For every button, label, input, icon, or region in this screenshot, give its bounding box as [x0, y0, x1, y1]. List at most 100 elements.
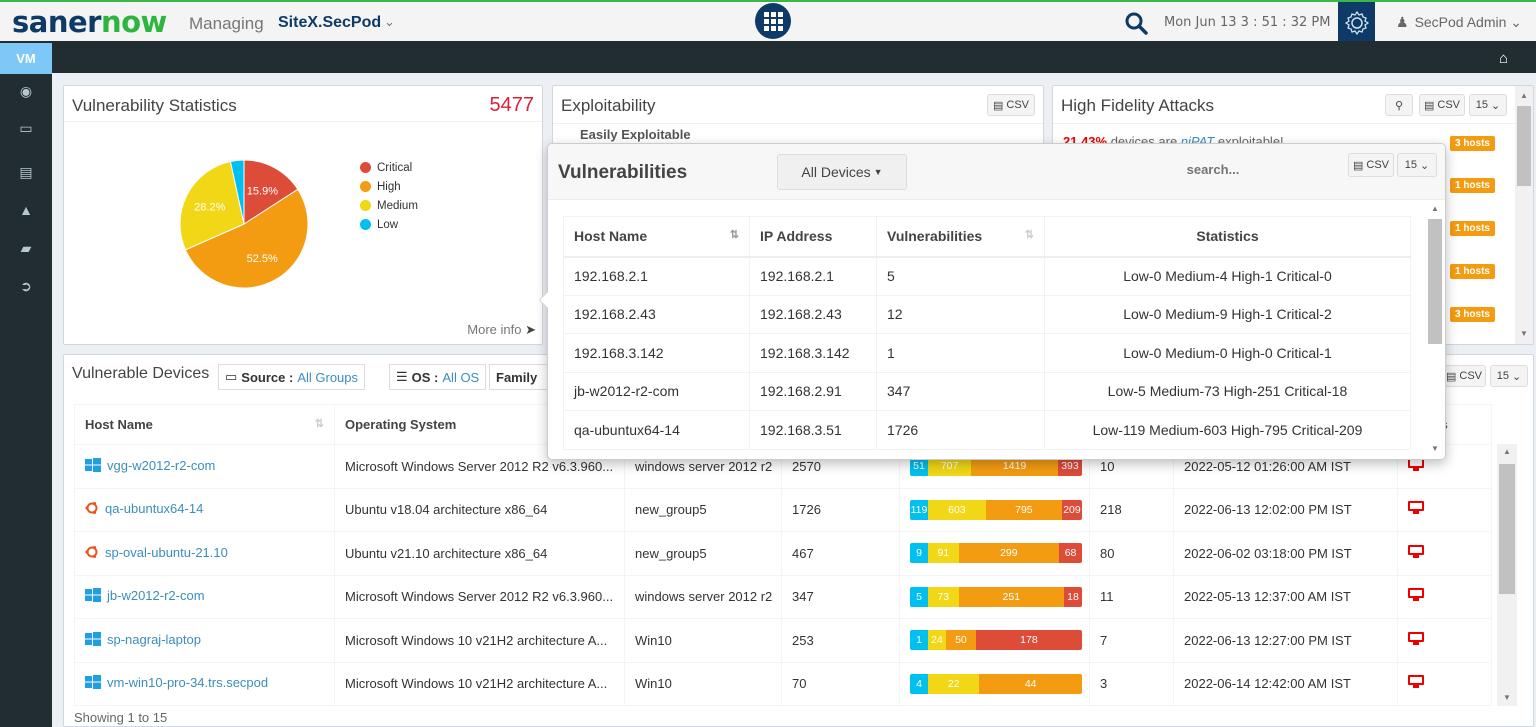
monitor-offline-icon[interactable]	[1408, 588, 1424, 602]
hosts-badge[interactable]: 1 hosts	[1449, 264, 1495, 279]
more-info-link[interactable]: More info ➤	[467, 322, 536, 338]
severity-segment-medium[interactable]: 73	[928, 586, 959, 607]
vulnerability-count-link[interactable]: 1726	[781, 487, 900, 532]
vulnerability-count-link[interactable]: 253	[781, 618, 900, 663]
sort-icon[interactable]: ⇅	[315, 417, 324, 430]
severity-segment-high[interactable]: 299	[958, 543, 1060, 564]
hosts-badge[interactable]: 1 hosts	[1449, 221, 1495, 236]
sort-icon[interactable]: ⇅	[730, 228, 739, 241]
count-link[interactable]: 11	[1089, 574, 1174, 619]
count-link[interactable]: 3	[1089, 661, 1174, 706]
settings-button[interactable]	[1338, 2, 1375, 43]
csv-button[interactable]: ▤ CSV	[1442, 365, 1486, 387]
host-name-link[interactable]: 192.168.2.43	[563, 294, 750, 334]
monitor-offline-icon[interactable]	[1408, 544, 1424, 559]
page-size-select[interactable]: 15 ⌄	[1397, 153, 1437, 177]
severity-segment-low[interactable]: 4	[910, 673, 928, 694]
severity-segment-medium[interactable]: 603	[928, 499, 986, 520]
logo[interactable]: sanernow	[12, 5, 167, 39]
monitor-offline-icon[interactable]	[1408, 631, 1424, 646]
table-scrollbar[interactable]: ▲ ▼	[1497, 444, 1517, 706]
legend-item-medium[interactable]: Medium	[360, 196, 418, 215]
source-filter[interactable]: ▭ Source : All Groups	[218, 364, 366, 390]
search-input[interactable]	[1108, 158, 1318, 180]
legend-item-low[interactable]: Low	[360, 215, 418, 234]
sidebar-item-eye[interactable]: ◉	[0, 79, 52, 103]
home-icon[interactable]: ⌂	[1499, 50, 1508, 67]
sidebar-item-list[interactable]: ▤	[0, 160, 52, 184]
count-link[interactable]: 7	[1089, 618, 1174, 663]
severity-segment-critical[interactable]: 68	[1059, 543, 1082, 564]
csv-button[interactable]: ▤ CSV	[987, 94, 1035, 116]
legend-item-high[interactable]: High	[360, 177, 418, 196]
scroll-down-arrow[interactable]: ▼	[1515, 328, 1533, 340]
pie-chart[interactable]: 15.9% 52.5% 28.2%	[179, 159, 309, 289]
chevron-down-icon[interactable]: ⌄	[384, 14, 395, 30]
column-header-ip-address[interactable]: IP Address	[749, 216, 877, 258]
site-selector[interactable]: SiteX.SecPod	[278, 14, 381, 32]
scrollbar[interactable]: ▲ ▼	[1515, 86, 1533, 344]
severity-segment-low[interactable]: 9	[910, 543, 928, 564]
host-name-link[interactable]: vm-win10-pro-34.trs.secpod	[107, 675, 268, 690]
sidebar-item-alerts[interactable]: ▲	[0, 198, 52, 222]
page-size-select[interactable]: 15 ⌄	[1469, 94, 1507, 116]
hosts-badge[interactable]: 3 hosts	[1449, 307, 1495, 322]
hosts-badge[interactable]: 1 hosts	[1449, 178, 1495, 193]
count-link[interactable]: 80	[1089, 531, 1174, 576]
severity-segment-critical[interactable]: 178	[975, 630, 1082, 651]
scroll-up-arrow[interactable]: ▲	[1497, 446, 1517, 458]
module-vm[interactable]: VM	[0, 43, 52, 74]
severity-segment-low[interactable]: 1	[910, 630, 928, 651]
sidebar-item-book[interactable]: ▰	[0, 236, 52, 260]
all-devices-dropdown[interactable]: All Devices ▼	[777, 154, 907, 190]
search-button[interactable]: ⚲	[1385, 94, 1413, 116]
scroll-thumb[interactable]	[1517, 106, 1531, 186]
popover-scrollbar[interactable]: ▲ ▼	[1426, 201, 1444, 457]
csv-button[interactable]: ▤ CSV	[1348, 153, 1394, 177]
severity-segment-critical[interactable]: 18	[1064, 586, 1082, 607]
total-vulnerabilities[interactable]: 5477	[490, 94, 535, 117]
family-filter[interactable]: Family	[489, 364, 548, 390]
severity-segment-low[interactable]: 5	[910, 586, 928, 607]
page-size-select[interactable]: 15 ⌄	[1490, 365, 1528, 387]
scroll-down-arrow[interactable]: ▼	[1497, 692, 1517, 704]
host-name-link[interactable]: jb-w2012-r2-com	[107, 588, 205, 603]
vulnerability-count-link[interactable]: 70	[781, 661, 900, 706]
column-header-host-name[interactable]: Host Name ⇅	[74, 404, 335, 445]
vulnerability-count-link[interactable]: 347	[781, 574, 900, 619]
count-link[interactable]: 218	[1089, 487, 1174, 532]
host-name-link[interactable]: sp-oval-ubuntu-21.10	[105, 545, 228, 560]
column-header-vulnerabilities[interactable]: Vulnerabilities ⇅	[876, 216, 1045, 258]
severity-segment-medium[interactable]: 24	[928, 630, 946, 651]
scroll-thumb[interactable]	[1499, 464, 1515, 594]
severity-segment-high[interactable]: 50	[946, 630, 976, 651]
sidebar-item-logout[interactable]: ➲	[0, 274, 52, 298]
scroll-up-arrow[interactable]: ▲	[1515, 90, 1533, 102]
legend-item-critical[interactable]: Critical	[360, 158, 418, 177]
user-menu[interactable]: ♟ SecPod Admin ⌄	[1396, 14, 1522, 31]
os-filter[interactable]: ☰ OS : All OS	[389, 364, 487, 390]
search-icon[interactable]	[1124, 11, 1148, 35]
monitor-offline-icon[interactable]	[1408, 501, 1424, 515]
sort-icon[interactable]: ⇅	[1025, 228, 1034, 241]
severity-segment-low[interactable]: 119	[910, 499, 928, 520]
scroll-thumb[interactable]	[1428, 219, 1442, 344]
host-name-link[interactable]: vgg-w2012-r2-com	[107, 458, 215, 473]
severity-segment-high[interactable]: 251	[958, 586, 1064, 607]
host-name-link[interactable]: jb-w2012-r2-com	[563, 371, 750, 411]
severity-segment-critical[interactable]: 209	[1061, 499, 1082, 520]
severity-segment-medium[interactable]: 22	[928, 673, 980, 694]
column-header-host-name[interactable]: Host Name ⇅	[563, 216, 750, 258]
host-name-link[interactable]: qa-ubuntux64-14	[563, 410, 750, 450]
scroll-up-arrow[interactable]: ▲	[1426, 203, 1444, 215]
severity-segment-high[interactable]: 44	[979, 673, 1082, 694]
csv-button[interactable]: ▤ CSV	[1419, 94, 1465, 116]
monitor-offline-icon[interactable]	[1408, 675, 1424, 689]
vulnerability-count-link[interactable]: 467	[781, 531, 900, 576]
sidebar-item-devices[interactable]: ▭	[0, 116, 52, 140]
host-name-link[interactable]: qa-ubuntux64-14	[105, 501, 203, 516]
apps-grid-button[interactable]	[755, 3, 791, 39]
host-name-link[interactable]: 192.168.3.142	[563, 333, 750, 373]
scroll-down-arrow[interactable]: ▼	[1426, 443, 1444, 455]
severity-segment-medium[interactable]: 91	[928, 543, 959, 564]
